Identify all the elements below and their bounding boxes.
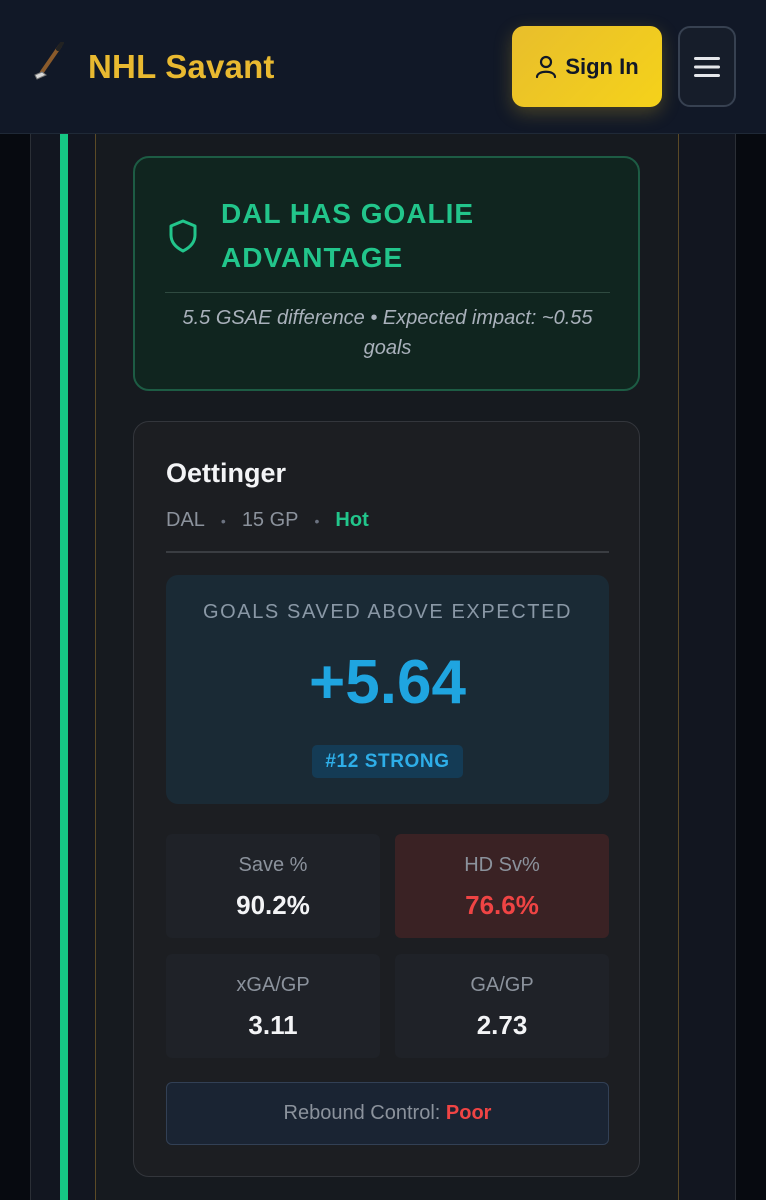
- stat-label: GA/GP: [470, 974, 534, 996]
- sign-in-button[interactable]: Sign In: [512, 26, 662, 107]
- stat-save-pct: Save % 90.2%: [166, 834, 380, 938]
- stat-hd-save-pct: HD Sv% 76.6%: [395, 834, 609, 938]
- stat-value: 2.73: [476, 1010, 528, 1040]
- stat-ga-per-gp: GA/GP 2.73: [395, 954, 609, 1058]
- rebound-control-row: Rebound Control: Poor: [166, 1082, 609, 1145]
- right-gutter: [736, 134, 766, 1200]
- separator-dot: •: [220, 512, 226, 529]
- left-gutter: [0, 134, 30, 1200]
- gsax-rank-badge: #12 STRONG: [312, 745, 463, 778]
- goalie-name: Oettinger: [166, 458, 287, 488]
- goalie-divider: [166, 551, 609, 553]
- hockey-stick-icon[interactable]: [30, 41, 74, 91]
- gsax-value: +5.64: [309, 648, 466, 717]
- stat-value: 90.2%: [236, 890, 310, 920]
- stat-xga-per-gp: xGA/GP 3.11: [166, 954, 380, 1058]
- rebound-label: Rebound Control:: [283, 1102, 441, 1124]
- separator-dot: •: [314, 512, 320, 529]
- stat-value: 3.11: [248, 1010, 298, 1040]
- goalie-games: 15 GP: [241, 509, 299, 531]
- stat-label: HD Sv%: [464, 854, 540, 876]
- rebound-value: Poor: [445, 1102, 492, 1124]
- menu-button[interactable]: [678, 26, 736, 107]
- shield-icon: [167, 218, 199, 259]
- hamburger-icon: [694, 56, 720, 77]
- goalie-form-badge: Hot: [335, 509, 369, 531]
- top-navbar: NHL Savant Sign In: [0, 0, 766, 134]
- matchup-accent-rail: [60, 134, 68, 1200]
- stat-value: 76.6%: [465, 890, 539, 920]
- goalie-card: Oettinger DAL • 15 GP • Hot GOALS SAVED …: [133, 421, 640, 1177]
- goalie-advantage-card: DAL HAS GOALIE ADVANTAGE 5.5 GSAE differ…: [133, 156, 640, 391]
- gsax-label: GOALS SAVED ABOVE EXPECTED: [202, 601, 573, 623]
- goalie-meta: DAL • 15 GP • Hot: [166, 509, 369, 532]
- advantage-divider: [165, 292, 610, 293]
- advantage-title: DAL HAS GOALIE ADVANTAGE: [221, 198, 475, 273]
- user-icon: [536, 55, 557, 78]
- sign-in-label: Sign In: [565, 53, 639, 79]
- stat-label: Save %: [238, 854, 308, 876]
- stat-label: xGA/GP: [236, 974, 310, 996]
- brand-title[interactable]: NHL Savant: [88, 48, 275, 86]
- gsax-panel: GOALS SAVED ABOVE EXPECTED +5.64 #12 STR…: [166, 575, 609, 804]
- advantage-subtitle: 5.5 GSAE difference • Expected impact: ~…: [182, 307, 593, 359]
- goalie-team: DAL: [166, 509, 205, 531]
